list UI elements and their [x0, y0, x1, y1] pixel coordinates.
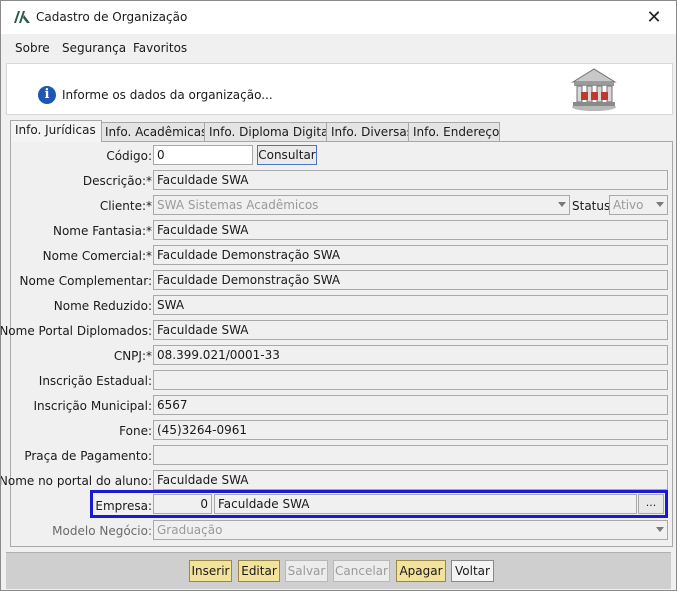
close-button[interactable]: ✕ — [632, 1, 676, 34]
nome-fantasia-input[interactable]: Faculdade SWA — [153, 220, 668, 240]
nome-comercial-label: Nome Comercial:* — [42, 249, 152, 263]
praca-pagamento-input[interactable] — [153, 445, 668, 465]
nome-reduzido-input[interactable]: SWA — [153, 295, 668, 315]
cnpj-label: CNPJ:* — [113, 349, 152, 363]
nome-fantasia-label: Nome Fantasia:* — [52, 224, 152, 238]
empresa-code-input[interactable]: 0 — [153, 494, 212, 514]
cnpj-input[interactable]: 08.399.021/0001-33 — [153, 345, 668, 365]
title-bar: Cadastro de Organização ✕ — [1, 1, 676, 34]
codigo-input[interactable]: 0 — [153, 145, 253, 165]
empresa-label: Empresa: — [95, 499, 152, 513]
tab-info-juridicas[interactable]: Info. Jurídicas — [10, 120, 102, 142]
menu-seguranca[interactable]: Segurança — [62, 41, 126, 55]
descricao-label: Descrição:* — [82, 174, 152, 188]
apagar-button[interactable]: Apagar — [396, 560, 446, 582]
praca-pagamento-label: Praça de Pagamento: — [24, 449, 152, 463]
window-title: Cadastro de Organização — [36, 10, 188, 24]
modelo-negocio-value: Graduação — [157, 523, 223, 537]
bank-building-icon — [571, 68, 617, 111]
modelo-negocio-label: Modelo Negócio: — [52, 524, 152, 538]
voltar-button[interactable]: Voltar — [451, 560, 494, 582]
organization-window: Cadastro de Organização ✕ Sobre Seguranç… — [0, 0, 677, 591]
tab-info-diploma-digital[interactable]: Info. Diploma Digital — [204, 122, 332, 141]
inscricao-estadual-label: Inscrição Estadual: — [38, 374, 152, 388]
inscricao-estadual-input[interactable] — [153, 370, 668, 390]
nome-portal-diplomados-label: Nome Portal Diplomados: — [0, 324, 152, 338]
chevron-down-icon — [656, 202, 664, 207]
consultar-button[interactable]: Consultar — [257, 145, 317, 165]
nome-complementar-label: Nome Complementar: — [19, 274, 152, 288]
app-logo-icon — [14, 11, 30, 23]
nome-portal-aluno-input[interactable]: Faculdade SWA — [153, 470, 668, 490]
modelo-negocio-select[interactable]: Graduação — [153, 520, 668, 540]
inscricao-municipal-label: Inscrição Municipal: — [33, 399, 152, 413]
status-label: Status: — [572, 199, 615, 213]
nome-portal-diplomados-input[interactable]: Faculdade SWA — [153, 320, 668, 340]
editar-button[interactable]: Editar — [238, 560, 280, 582]
chevron-down-icon — [656, 527, 664, 532]
header-panel: i Informe os dados da organização... — [6, 63, 673, 115]
inserir-button[interactable]: Inserir — [189, 560, 232, 582]
tab-info-endereco[interactable]: Info. Endereço — [408, 122, 500, 141]
menu-bar: Sobre Segurança Favoritos — [1, 36, 676, 60]
inscricao-municipal-input[interactable]: 6567 — [153, 395, 668, 415]
nome-portal-aluno-label: Nome no portal do aluno: — [0, 474, 152, 488]
cliente-label: Cliente:* — [99, 199, 152, 213]
tab-info-academicas[interactable]: Info. Acadêmicas — [100, 122, 207, 141]
status-value: Ativo — [613, 198, 644, 212]
footer-button-bar: Inserir Editar Salvar Cancelar Apagar Vo… — [6, 552, 671, 589]
codigo-label: Código: — [106, 149, 152, 163]
nome-reduzido-label: Nome Reduzido: — [53, 299, 152, 313]
fone-label: Fone: — [119, 424, 152, 438]
cliente-value: SWA Sistemas Acadêmicos — [157, 198, 319, 212]
nome-complementar-input[interactable]: Faculdade Demonstração SWA — [153, 270, 668, 290]
empresa-lookup-button[interactable]: ... — [638, 494, 664, 514]
ellipsis-icon: ... — [645, 496, 657, 509]
nome-comercial-input[interactable]: Faculdade Demonstração SWA — [153, 245, 668, 265]
chevron-down-icon — [558, 202, 566, 207]
menu-sobre[interactable]: Sobre — [15, 41, 50, 55]
empresa-name-input[interactable]: Faculdade SWA — [214, 494, 637, 514]
tab-info-diversas[interactable]: Info. Diversas — [326, 122, 413, 141]
header-message: Informe os dados da organização... — [62, 88, 273, 102]
tab-content-juridicas: Código: 0 Consultar Descrição:* Faculdad… — [1, 141, 673, 547]
salvar-button[interactable]: Salvar — [285, 560, 328, 582]
info-icon: i — [38, 86, 56, 104]
menu-favoritos[interactable]: Favoritos — [133, 41, 187, 55]
descricao-input[interactable]: Faculdade SWA — [153, 170, 668, 190]
consultar-button-label: Consultar — [258, 148, 316, 162]
fone-input[interactable]: (45)3264-0961 — [153, 420, 668, 440]
close-icon: ✕ — [646, 7, 662, 28]
cancelar-button[interactable]: Cancelar — [333, 560, 390, 582]
status-select[interactable]: Ativo — [609, 195, 668, 215]
cliente-select[interactable]: SWA Sistemas Acadêmicos — [153, 195, 570, 215]
